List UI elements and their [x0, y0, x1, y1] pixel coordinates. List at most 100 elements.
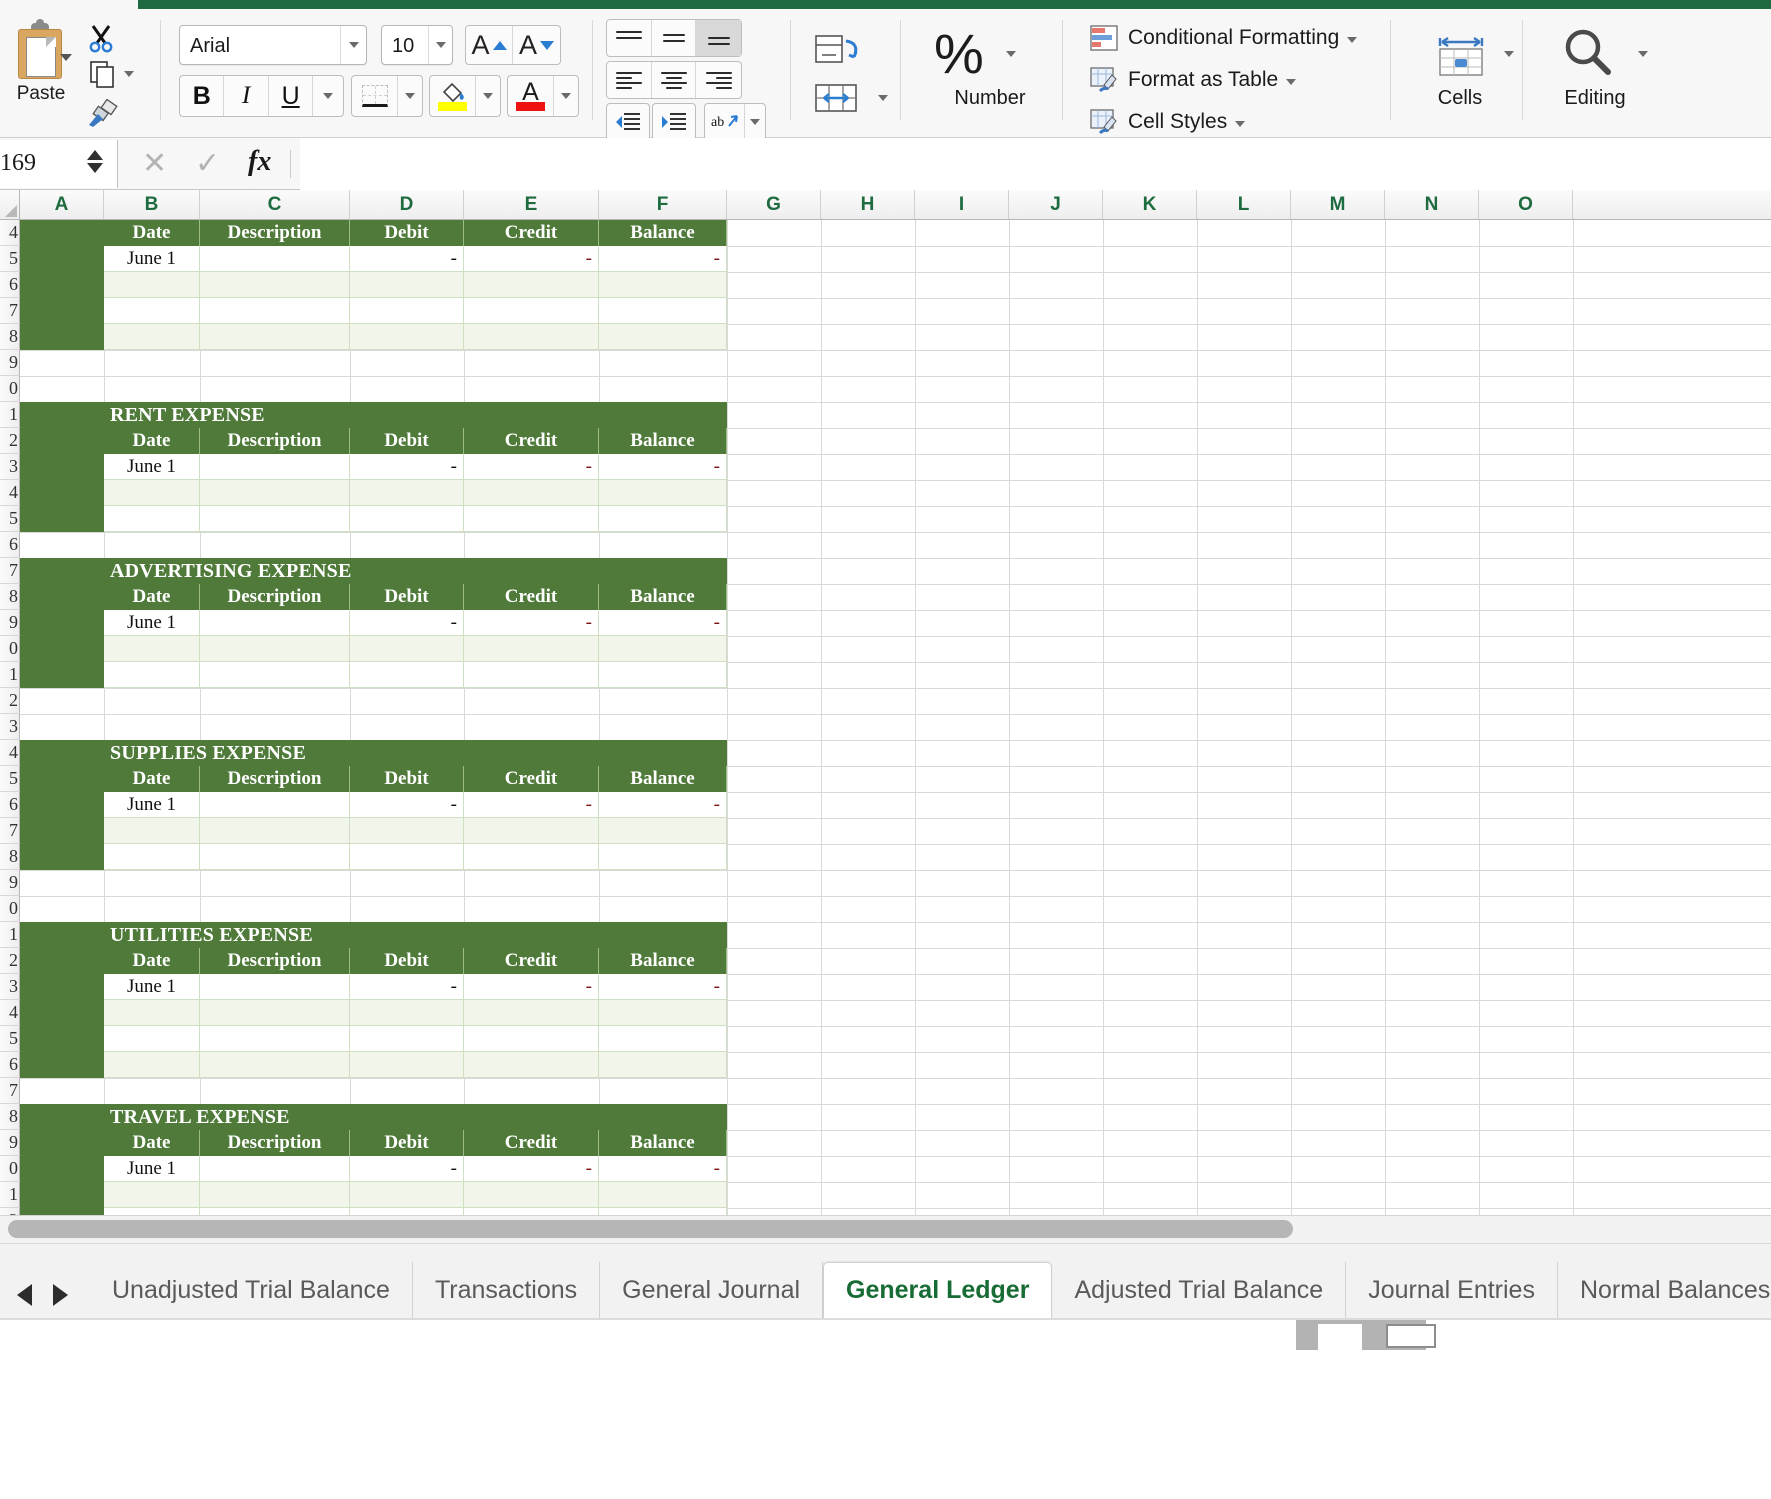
- ledger-cell-debit[interactable]: -: [350, 246, 464, 272]
- spinner-up-icon[interactable]: [87, 150, 103, 160]
- ledger-data-row[interactable]: [104, 1026, 727, 1052]
- ledger-cell-credit[interactable]: [464, 1052, 599, 1078]
- ledger-cell-debit[interactable]: [350, 1026, 464, 1052]
- row-header[interactable]: 2: [0, 948, 20, 974]
- row-header[interactable]: 4: [0, 220, 20, 246]
- ledger-cell-description[interactable]: [200, 324, 350, 350]
- column-header-g[interactable]: G: [727, 190, 821, 219]
- row-header[interactable]: 8: [0, 844, 20, 870]
- ledger-cell-description[interactable]: [200, 1208, 350, 1215]
- column-header-o[interactable]: O: [1479, 190, 1573, 219]
- ledger-cell-debit[interactable]: [350, 1000, 464, 1026]
- column-header-l[interactable]: L: [1197, 190, 1291, 219]
- ledger-cell-credit[interactable]: [464, 480, 599, 506]
- ledger-cell-date[interactable]: June 1: [104, 792, 200, 818]
- ledger-cell-description[interactable]: [200, 1052, 350, 1078]
- wrap-text-button[interactable]: [814, 31, 868, 71]
- ledger-data-row[interactable]: June 1 - - -: [104, 1156, 727, 1182]
- ledger-data-row[interactable]: [104, 506, 727, 532]
- ledger-cell-debit[interactable]: [350, 844, 464, 870]
- ledger-cell-date[interactable]: June 1: [104, 610, 200, 636]
- view-button-normal[interactable]: [1318, 1324, 1362, 1350]
- copy-dropdown-caret[interactable]: [124, 71, 134, 77]
- row-header[interactable]: 1: [0, 1182, 20, 1208]
- ledger-cell-description[interactable]: [200, 1156, 350, 1182]
- ledger-data-row[interactable]: June 1 - - -: [104, 246, 727, 272]
- row-header[interactable]: 9: [0, 350, 20, 376]
- sheet-tab-journal-entries[interactable]: Journal Entries: [1346, 1262, 1558, 1318]
- ledger-cell-credit[interactable]: [464, 636, 599, 662]
- conditional-formatting-button[interactable]: Conditional Formatting: [1090, 19, 1358, 57]
- ledger-cell-debit[interactable]: [350, 298, 464, 324]
- ledger-cell-balance[interactable]: [599, 844, 727, 870]
- format-as-table-button[interactable]: Format as Table: [1090, 61, 1297, 99]
- column-header-h[interactable]: H: [821, 190, 915, 219]
- increase-indent-button[interactable]: [652, 103, 696, 141]
- cells-dropdown-caret[interactable]: [1504, 51, 1514, 57]
- ledger-cell-credit[interactable]: [464, 272, 599, 298]
- copy-button[interactable]: [88, 59, 118, 89]
- row-header[interactable]: 1: [0, 922, 20, 948]
- view-button-layout[interactable]: [1386, 1324, 1436, 1348]
- ledger-cell-description[interactable]: [200, 1182, 350, 1208]
- column-header-e[interactable]: E: [464, 190, 599, 219]
- align-right-button[interactable]: [696, 62, 741, 98]
- number-format-dropdown-caret[interactable]: [1006, 51, 1016, 57]
- ledger-cell-debit[interactable]: [350, 480, 464, 506]
- fill-color-dropdown-caret[interactable]: [476, 76, 500, 116]
- ledger-data-row[interactable]: [104, 636, 727, 662]
- merge-cells-button[interactable]: [814, 79, 868, 119]
- sheet-tab-adjusted-trial-balance[interactable]: Adjusted Trial Balance: [1052, 1262, 1347, 1318]
- borders-dropdown-caret[interactable]: [398, 76, 422, 116]
- sheet-tab-transactions[interactable]: Transactions: [413, 1262, 601, 1318]
- ledger-cell-balance[interactable]: [599, 272, 727, 298]
- row-header[interactable]: 8: [0, 324, 20, 350]
- ledger-data-row[interactable]: [104, 844, 727, 870]
- ledger-cell-debit[interactable]: [350, 272, 464, 298]
- row-header[interactable]: 6: [0, 792, 20, 818]
- ledger-cell-date[interactable]: [104, 1026, 200, 1052]
- row-header[interactable]: 5: [0, 1026, 20, 1052]
- ledger-cell-debit[interactable]: [350, 506, 464, 532]
- row-header[interactable]: 5: [0, 246, 20, 272]
- ledger-cell-date[interactable]: [104, 844, 200, 870]
- ledger-cell-date[interactable]: June 1: [104, 246, 200, 272]
- ledger-cell-credit[interactable]: [464, 662, 599, 688]
- ledger-cell-description[interactable]: [200, 1000, 350, 1026]
- sheet-tab-general-journal[interactable]: General Journal: [600, 1262, 824, 1318]
- column-header-i[interactable]: I: [915, 190, 1009, 219]
- ledger-data-row[interactable]: [104, 1182, 727, 1208]
- ledger-cell-credit[interactable]: [464, 324, 599, 350]
- align-bottom-button[interactable]: [696, 20, 741, 56]
- ledger-cell-debit[interactable]: -: [350, 792, 464, 818]
- ledger-cell-debit[interactable]: [350, 636, 464, 662]
- merge-dropdown-caret[interactable]: [878, 95, 888, 101]
- row-header[interactable]: 9: [0, 610, 20, 636]
- ledger-data-row[interactable]: June 1 - - -: [104, 454, 727, 480]
- ledger-cell-date[interactable]: June 1: [104, 454, 200, 480]
- row-header[interactable]: 7: [0, 298, 20, 324]
- ledger-cell-description[interactable]: [200, 792, 350, 818]
- ledger-cell-credit[interactable]: -: [464, 454, 599, 480]
- ledger-data-row[interactable]: [104, 662, 727, 688]
- sheet-tab-unadjusted-trial-balance[interactable]: Unadjusted Trial Balance: [90, 1262, 413, 1318]
- ledger-cell-balance[interactable]: -: [599, 610, 727, 636]
- ledger-cell-description[interactable]: [200, 610, 350, 636]
- select-all-corner[interactable]: [0, 190, 20, 219]
- ledger-cell-description[interactable]: [200, 662, 350, 688]
- decrease-indent-button[interactable]: [606, 103, 650, 141]
- name-box[interactable]: 169: [0, 140, 118, 188]
- editing-dropdown-caret[interactable]: [1638, 51, 1648, 57]
- prev-sheet-icon[interactable]: [6, 1284, 42, 1306]
- column-header-b[interactable]: B: [104, 190, 200, 219]
- row-header[interactable]: 1: [0, 662, 20, 688]
- ledger-cell-credit[interactable]: [464, 1000, 599, 1026]
- ledger-cell-debit[interactable]: -: [350, 1156, 464, 1182]
- ledger-cell-description[interactable]: [200, 636, 350, 662]
- ledger-cell-credit[interactable]: -: [464, 610, 599, 636]
- cell-styles-caret[interactable]: [1235, 121, 1246, 127]
- row-header[interactable]: 0: [0, 636, 20, 662]
- row-header[interactable]: 9: [0, 1130, 20, 1156]
- row-header[interactable]: 1: [0, 402, 20, 428]
- ledger-data-row[interactable]: [104, 1208, 727, 1215]
